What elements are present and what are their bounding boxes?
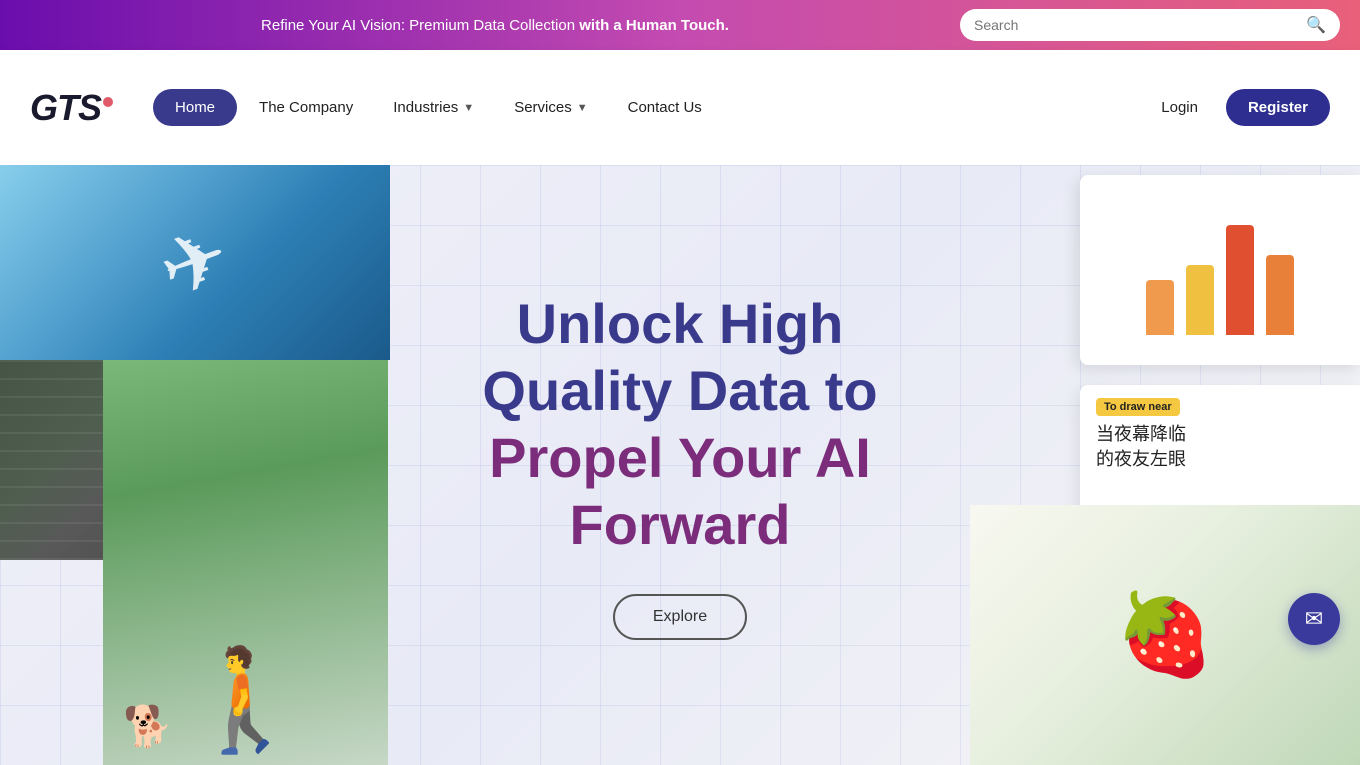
- chat-icon: ✉: [1305, 606, 1323, 632]
- nav-contact[interactable]: Contact Us: [610, 89, 720, 126]
- logo: GTS: [30, 87, 113, 129]
- logo-dot: [103, 97, 113, 107]
- search-icon[interactable]: 🔍: [1306, 15, 1326, 35]
- header: GTS Home The Company Industries ▼ Servic…: [0, 50, 1360, 165]
- explore-button[interactable]: Explore: [613, 594, 747, 640]
- hero-content: Unlock High Quality Data to Propel Your …: [0, 290, 1360, 641]
- search-input[interactable]: [974, 17, 1306, 33]
- nav-home[interactable]: Home: [153, 89, 237, 126]
- login-button[interactable]: Login: [1147, 91, 1212, 124]
- nav-industries[interactable]: Industries ▼: [375, 89, 492, 126]
- register-button[interactable]: Register: [1226, 89, 1330, 126]
- hero-title: Unlock High Quality Data to Propel Your …: [420, 290, 940, 559]
- chat-bubble-button[interactable]: ✉: [1288, 593, 1340, 645]
- dog-icon: 🐕: [123, 703, 173, 750]
- announcement-text: Refine Your AI Vision: Premium Data Coll…: [30, 17, 960, 34]
- nav-the-company[interactable]: The Company: [241, 89, 371, 126]
- search-container[interactable]: 🔍: [960, 9, 1340, 41]
- industries-chevron-icon: ▼: [463, 102, 474, 114]
- nav-right: Login Register: [1147, 89, 1330, 126]
- top-bar: Refine Your AI Vision: Premium Data Coll…: [0, 0, 1360, 50]
- hero-title-line2: Propel Your AI Forward: [420, 424, 940, 558]
- nav-services[interactable]: Services ▼: [496, 89, 605, 126]
- hero-title-line1: Unlock High Quality Data to: [420, 290, 940, 424]
- main-nav: Home The Company Industries ▼ Services ▼…: [153, 89, 1147, 126]
- person-icon: 🚶: [183, 650, 308, 750]
- hero-section: ✈ 🚶 🐕 Unlock High Quality Data to Propel…: [0, 165, 1360, 765]
- services-chevron-icon: ▼: [577, 102, 588, 114]
- logo-text: GTS: [30, 87, 113, 129]
